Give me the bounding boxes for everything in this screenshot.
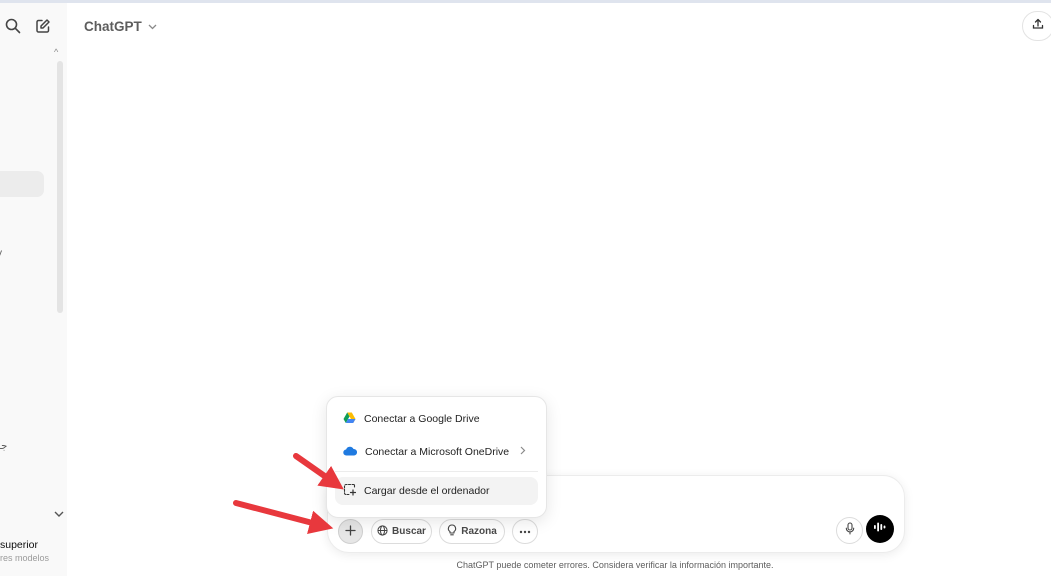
- new-chat-icon[interactable]: [32, 15, 54, 37]
- plus-icon: [345, 524, 356, 539]
- search-tool-label: Buscar: [392, 526, 426, 537]
- attach-button[interactable]: [338, 519, 363, 544]
- chevron-down-icon[interactable]: [54, 509, 64, 521]
- menu-item-google-drive[interactable]: Conectar a Google Drive: [335, 405, 538, 433]
- search-icon[interactable]: [2, 15, 24, 37]
- chevron-down-icon: [148, 17, 157, 35]
- upgrade-plan-subtitle: res modelos: [0, 553, 50, 563]
- model-selector[interactable]: ChatGPT: [84, 15, 157, 37]
- chevron-right-icon: [520, 446, 526, 458]
- sidebar-text-fragment: y: [0, 248, 2, 259]
- voice-mode-button[interactable]: [866, 515, 894, 543]
- microphone-icon: [845, 521, 855, 540]
- reason-tool-label: Razona: [461, 526, 497, 537]
- top-border: [0, 0, 1051, 3]
- share-icon: [1032, 17, 1044, 35]
- dictate-button[interactable]: [836, 517, 863, 544]
- menu-divider: [335, 471, 538, 472]
- annotation-arrow: [233, 500, 334, 534]
- menu-item-label: Conectar a Microsoft OneDrive: [365, 446, 510, 458]
- menu-item-label: Cargar desde el ordenador: [364, 485, 490, 497]
- reason-tool-button[interactable]: Razona: [439, 519, 505, 544]
- sidebar: ^ y جو superior res modelos: [0, 3, 67, 576]
- sidebar-scrollbar[interactable]: [57, 61, 63, 313]
- sidebar-item-active[interactable]: [0, 171, 44, 197]
- onedrive-icon: [343, 446, 358, 459]
- upgrade-plan-title[interactable]: superior: [0, 539, 38, 551]
- globe-icon: [377, 524, 388, 539]
- attach-menu: Conectar a Google Drive Conectar a Micro…: [326, 396, 547, 518]
- sidebar-text-fragment: جو: [0, 441, 8, 452]
- upload-file-icon: [343, 483, 357, 499]
- lightbulb-icon: [447, 524, 457, 539]
- menu-item-onedrive[interactable]: Conectar a Microsoft OneDrive: [335, 438, 538, 466]
- search-tool-button[interactable]: Buscar: [371, 519, 432, 544]
- menu-item-upload-from-computer[interactable]: Cargar desde el ordenador: [335, 477, 538, 505]
- ellipsis-icon: [519, 526, 531, 537]
- voice-waveform-icon: [873, 520, 887, 538]
- scroll-up-icon[interactable]: ^: [54, 47, 58, 57]
- google-drive-icon: [343, 412, 356, 427]
- menu-item-label: Conectar a Google Drive: [364, 413, 480, 425]
- disclaimer: ChatGPT puede cometer errores. Considera…: [456, 560, 774, 570]
- share-button[interactable]: [1022, 11, 1051, 41]
- model-name: ChatGPT: [84, 18, 142, 34]
- more-tools-button[interactable]: [512, 519, 538, 544]
